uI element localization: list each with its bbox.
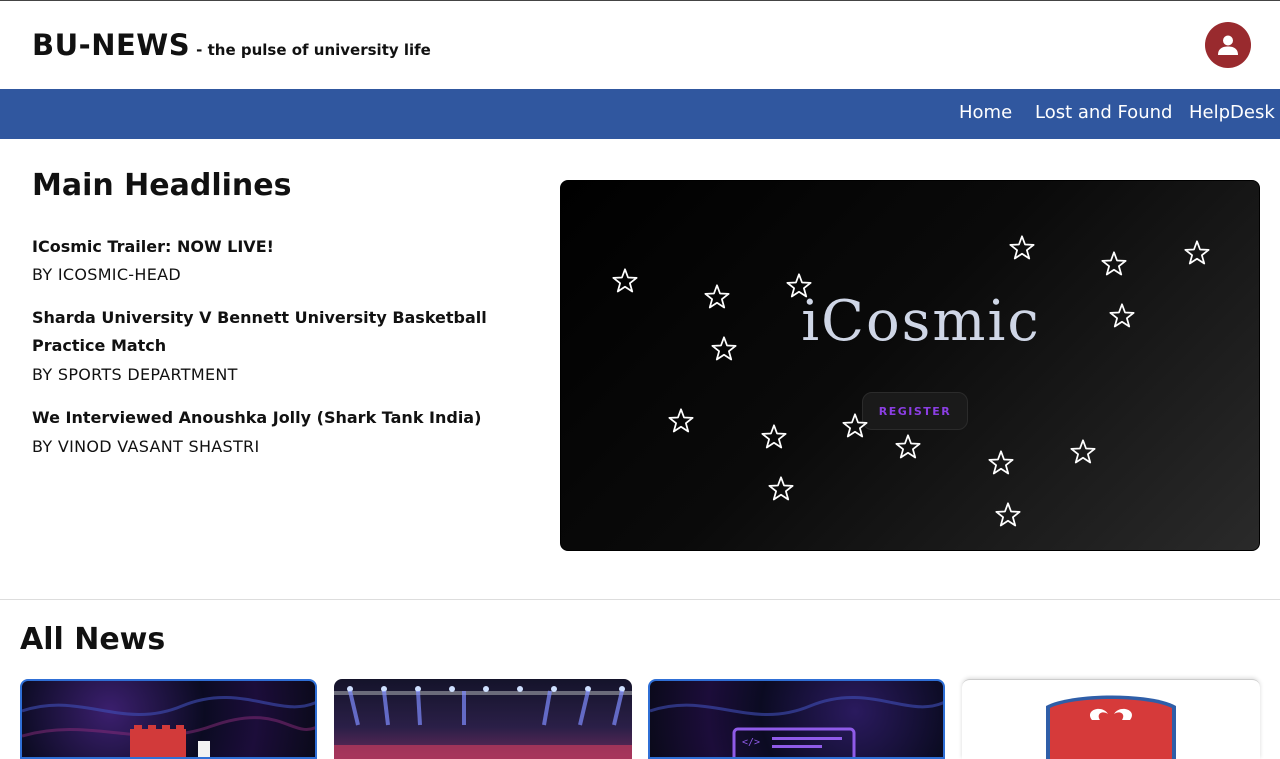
hero-logo-text: iCosmic xyxy=(801,289,1041,354)
nav-home-link[interactable]: Home xyxy=(959,102,1012,123)
user-icon xyxy=(1218,35,1238,55)
nav-lost-and-found-link[interactable]: Lost and Found xyxy=(1035,102,1172,123)
star-icon xyxy=(1070,439,1096,464)
star-icon xyxy=(768,476,794,501)
star-icon xyxy=(612,268,638,293)
headline-title[interactable]: We Interviewed Anoushka Jolly (Shark Tan… xyxy=(32,404,522,432)
headline-title[interactable]: Sharda University V Bennett University B… xyxy=(32,304,522,360)
headline-author: BY SPORTS DEPARTMENT xyxy=(32,365,238,384)
register-button[interactable]: REGISTER xyxy=(862,392,968,430)
star-icon xyxy=(895,434,921,459)
nav-helpdesk-link[interactable]: HelpDesk xyxy=(1189,102,1275,123)
news-card[interactable]: </> xyxy=(648,679,945,759)
hero-banner[interactable]: iCosmic REGISTER xyxy=(560,180,1260,551)
site-header: BU-NEWS - the pulse of university life xyxy=(0,1,1280,89)
star-icon xyxy=(704,284,730,309)
svg-text:</>: </> xyxy=(742,737,760,748)
news-thumbnail-icon xyxy=(334,686,632,759)
news-thumbnail-icon: </> xyxy=(650,696,943,757)
star-icon xyxy=(1184,240,1210,265)
main-nav: Home Lost and Found HelpDesk xyxy=(0,89,1280,139)
headline-author: BY ICOSMIC-HEAD xyxy=(32,265,181,284)
news-card[interactable] xyxy=(334,679,632,759)
star-icon xyxy=(786,273,812,298)
headline-title[interactable]: ICosmic Trailer: NOW LIVE! xyxy=(32,233,522,261)
headline-author: BY VINOD VASANT SHASTRI xyxy=(32,437,260,456)
brand-name[interactable]: BU-NEWS xyxy=(32,28,190,62)
news-thumbnail-icon xyxy=(22,696,315,757)
all-news-title: All News xyxy=(20,622,166,657)
star-icon xyxy=(668,408,694,433)
main-headlines-title: Main Headlines xyxy=(32,168,292,203)
user-avatar-button[interactable] xyxy=(1205,22,1251,68)
star-icon xyxy=(988,450,1014,475)
star-icon xyxy=(1101,251,1127,276)
news-thumbnail-icon xyxy=(1046,695,1176,759)
brand-tagline: - the pulse of university life xyxy=(196,41,431,59)
brand[interactable]: BU-NEWS - the pulse of university life xyxy=(32,28,431,62)
star-icon xyxy=(842,413,868,438)
star-icon xyxy=(995,502,1021,527)
star-icon xyxy=(761,424,787,449)
star-icon xyxy=(1009,235,1035,260)
news-card[interactable] xyxy=(20,679,317,759)
star-icon xyxy=(711,336,737,361)
star-icon xyxy=(1109,303,1135,328)
section-divider xyxy=(0,599,1280,600)
news-card[interactable] xyxy=(962,679,1260,759)
